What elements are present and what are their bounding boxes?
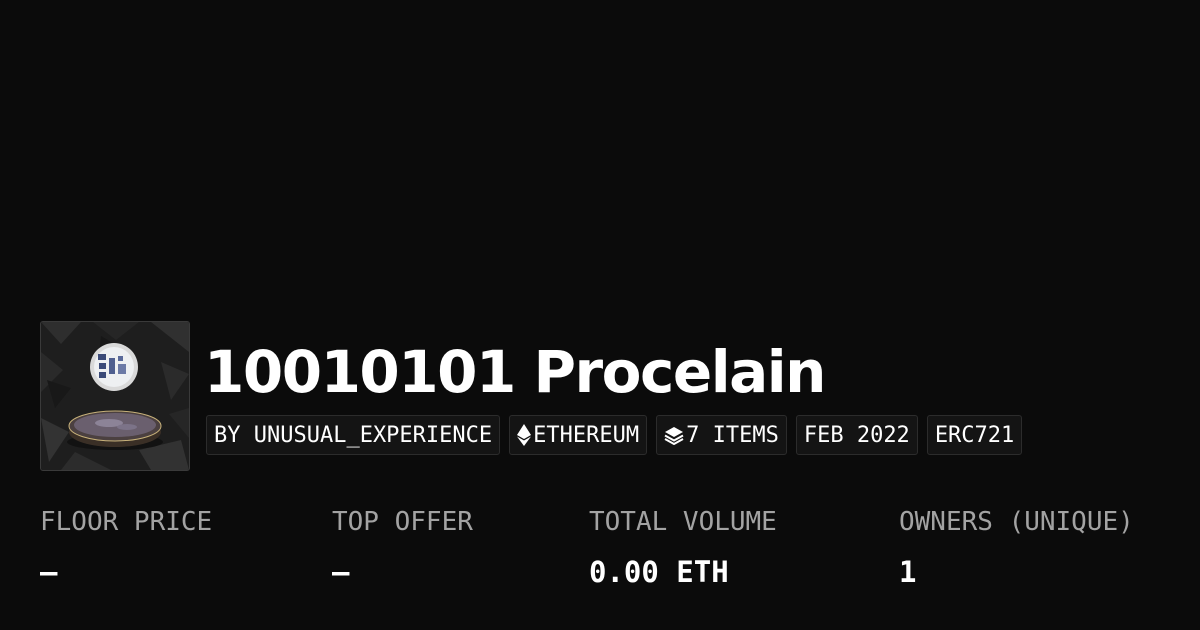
total-volume-stat: TOTAL VOLUME 0.00 ETH (589, 505, 777, 590)
standard-tag-label: ERC721 (934, 422, 1015, 448)
owners-stat: OWNERS (UNIQUE) 1 (899, 505, 1134, 590)
owners-value: 1 (899, 555, 917, 589)
top-offer-stat: TOP OFFER – (332, 505, 473, 590)
layers-icon (664, 425, 684, 445)
ethereum-icon (517, 424, 532, 446)
floor-price-value: – (40, 555, 58, 589)
floor-price-stat: FLOOR PRICE – (40, 505, 212, 590)
top-offer-label: TOP OFFER (332, 507, 473, 537)
total-volume-value: 0.00 ETH (589, 555, 729, 589)
collection-tags: BY UNUSUAL_EXPERIENCE ETHEREUM 7 ITEMS F… (206, 415, 1023, 455)
collection-stats: FLOOR PRICE – TOP OFFER – TOTAL VOLUME 0… (0, 505, 1200, 605)
top-offer-value: – (332, 555, 350, 589)
collection-thumbnail (40, 321, 190, 471)
items-tag-label: 7 ITEMS (686, 422, 779, 448)
date-tag-label: FEB 2022 (803, 422, 910, 448)
creator-tag-label: BY UNUSUAL_EXPERIENCE (214, 422, 493, 448)
items-tag[interactable]: 7 ITEMS (656, 415, 787, 455)
date-tag: FEB 2022 (795, 415, 918, 455)
collection-title: 10010101 Procelain (204, 338, 826, 406)
standard-tag: ERC721 (926, 415, 1023, 455)
chain-tag-label: ETHEREUM (533, 422, 640, 448)
total-volume-label: TOTAL VOLUME (589, 507, 777, 537)
owners-label: OWNERS (UNIQUE) (899, 507, 1134, 537)
porcelain-plate-image (41, 322, 189, 470)
chain-tag[interactable]: ETHEREUM (509, 415, 648, 455)
floor-price-label: FLOOR PRICE (40, 507, 213, 537)
creator-tag[interactable]: BY UNUSUAL_EXPERIENCE (206, 415, 501, 455)
